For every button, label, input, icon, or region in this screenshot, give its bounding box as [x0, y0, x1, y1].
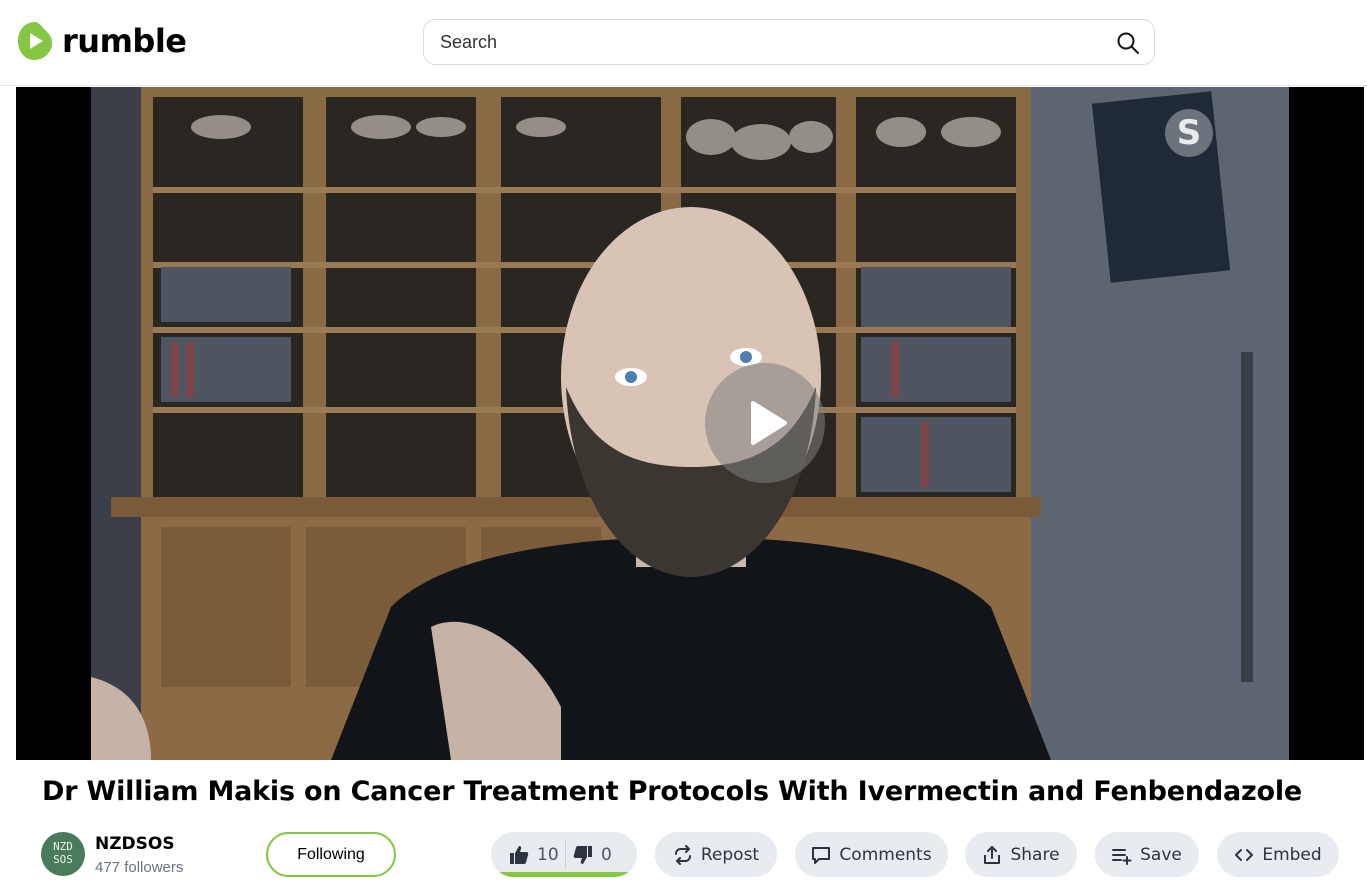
thumbs-down-icon [573, 845, 592, 864]
video-frame: S [91, 87, 1289, 760]
sidebar-edge [0, 86, 16, 893]
top-header: rumble [0, 0, 1367, 86]
following-button[interactable]: Following [266, 832, 396, 877]
play-button[interactable] [705, 363, 825, 483]
share-label: Share [1010, 844, 1060, 865]
search-icon[interactable] [1116, 31, 1140, 55]
vote-group: 10 0 [491, 832, 637, 877]
embed-button[interactable]: Embed [1217, 832, 1339, 877]
like-ratio-bar [495, 872, 629, 877]
comments-label: Comments [839, 844, 932, 865]
save-label: Save [1140, 844, 1182, 865]
channel-name[interactable]: NZDSOS [95, 834, 175, 854]
rumble-logo[interactable]: rumble [16, 21, 187, 61]
avatar-text: NZD SOS [53, 840, 73, 866]
share-icon [984, 845, 1001, 864]
save-button[interactable]: Save [1095, 832, 1199, 877]
like-button[interactable]: 10 [509, 832, 559, 877]
vote-divider [565, 840, 566, 869]
search-input[interactable] [440, 20, 1100, 64]
logo-wordmark: rumble [62, 22, 187, 60]
video-title: Dr William Makis on Cancer Treatment Pro… [42, 776, 1303, 807]
playlist-add-icon [1112, 848, 1132, 865]
repost-icon [674, 844, 691, 865]
repost-label: Repost [700, 844, 760, 865]
like-count: 10 [537, 844, 559, 865]
rumble-play-icon [18, 22, 53, 60]
code-icon [1235, 848, 1254, 861]
follower-count: 477 followers [95, 859, 184, 876]
thumbs-up-icon [510, 845, 529, 864]
comment-icon [812, 846, 831, 864]
search-bar [423, 19, 1155, 65]
repost-button[interactable]: Repost [655, 832, 777, 877]
video-player[interactable]: S [16, 87, 1364, 760]
skype-watermark: S [1165, 109, 1213, 157]
play-icon [751, 401, 787, 445]
dislike-count: 0 [601, 844, 612, 865]
channel-avatar[interactable]: NZD SOS [41, 832, 85, 876]
video-thumbnail [91, 87, 1289, 760]
share-button[interactable]: Share [965, 832, 1077, 877]
embed-label: Embed [1262, 844, 1322, 865]
comments-button[interactable]: Comments [795, 832, 948, 877]
dislike-button[interactable]: 0 [573, 832, 612, 877]
